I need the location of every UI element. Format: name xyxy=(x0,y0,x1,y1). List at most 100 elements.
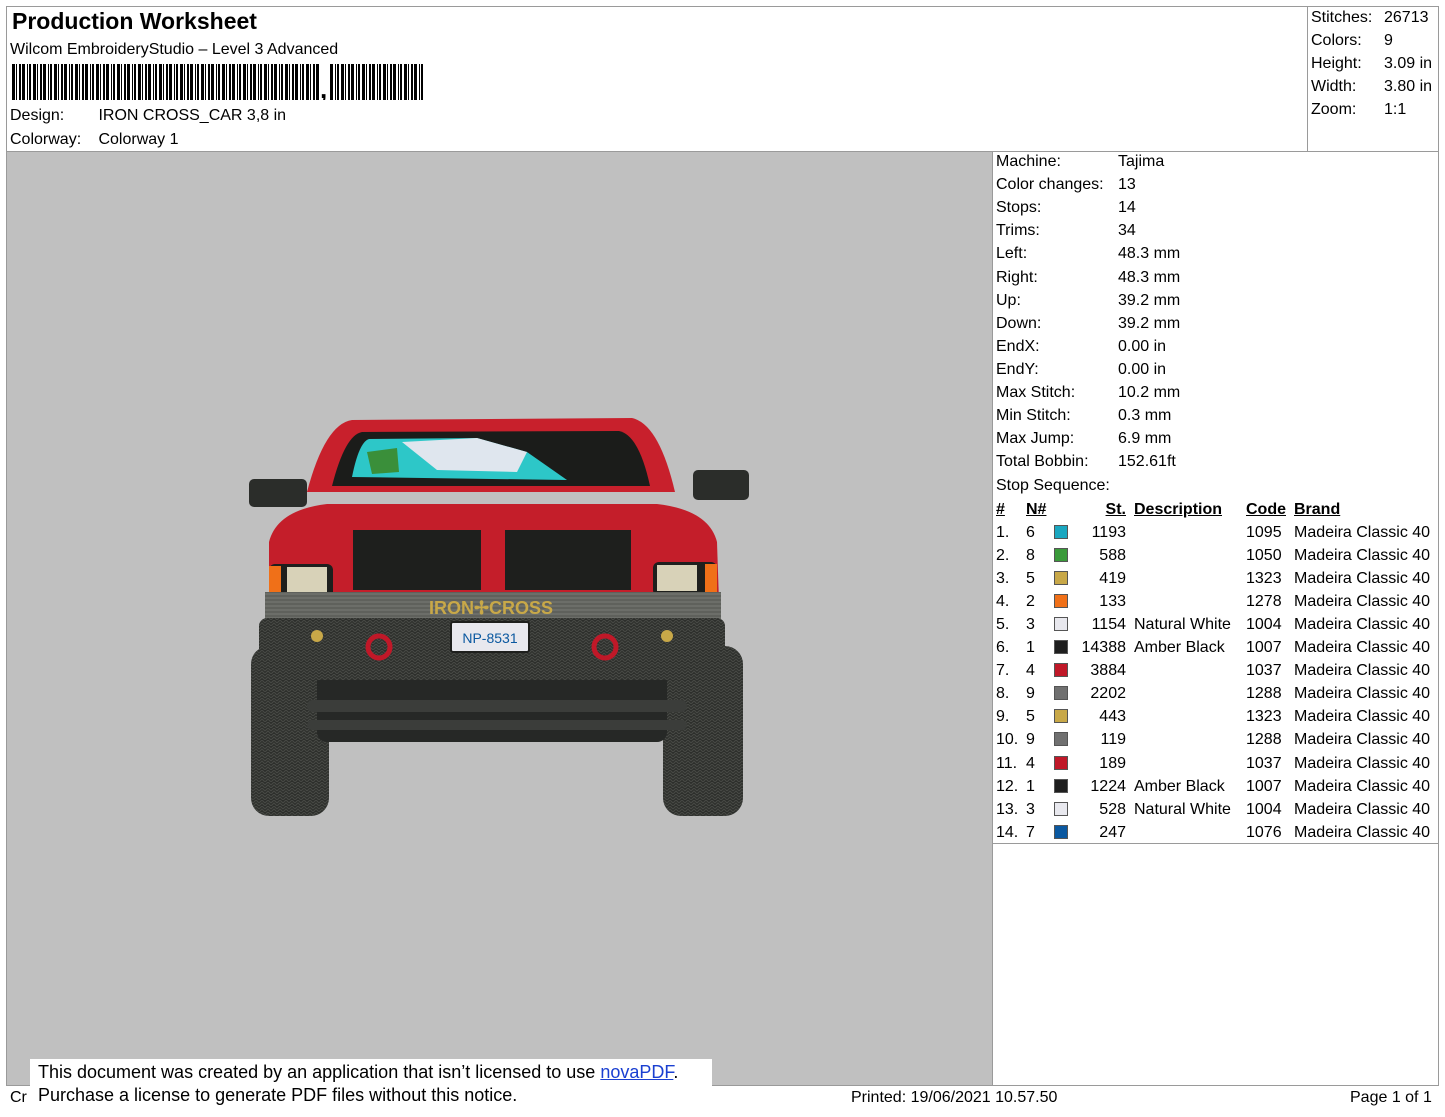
barcode-bar xyxy=(111,64,112,100)
row-code: 1076 xyxy=(1246,823,1282,841)
barcode-bar xyxy=(106,64,109,100)
barcode-bar xyxy=(335,64,336,100)
novapdf-link[interactable]: novaPDF xyxy=(600,1062,673,1082)
barcode-bar xyxy=(132,64,133,100)
row-description xyxy=(1134,544,1246,567)
row-needle: 1 xyxy=(1026,639,1035,657)
barcode-bar xyxy=(27,64,28,100)
barcode-bar xyxy=(393,64,396,100)
col-header-description: Description xyxy=(1134,500,1223,518)
row-description xyxy=(1134,521,1246,544)
param-value: 39.2 mm xyxy=(1118,291,1181,309)
row-color xyxy=(1054,567,1074,590)
barcode-bar xyxy=(345,64,346,100)
barcode-bar xyxy=(166,64,168,100)
stat-label: Width: xyxy=(1311,78,1357,95)
param-label: EndY: xyxy=(996,360,1039,378)
barcode-bar xyxy=(195,64,196,100)
barcode-bar xyxy=(187,64,189,100)
barcode-bar xyxy=(404,64,407,100)
row-description xyxy=(1134,660,1246,683)
barcode-bar xyxy=(302,64,304,100)
row-num: 5. xyxy=(996,616,1010,634)
barcode-bar xyxy=(306,64,309,100)
barcode-bar xyxy=(40,64,42,100)
table-row: 5. 3 1154 Natural White 1004 Madeira Classic … xyxy=(993,613,1439,636)
table-row: 3. 5 419 1323 Madeira Classic 40 xyxy=(993,567,1439,590)
param-value: 0.00 in xyxy=(1118,337,1167,355)
barcode-bar xyxy=(82,64,84,100)
barcode-bar xyxy=(100,64,101,100)
row-brand: Madeira Classic 40 xyxy=(1294,546,1431,564)
barcode-bar xyxy=(29,64,31,100)
barcode-bar xyxy=(64,64,67,100)
page-title: Production Worksheet xyxy=(12,8,257,34)
barcode-bar xyxy=(289,64,290,100)
barcode-bar xyxy=(281,64,283,100)
param-label: Stops: xyxy=(996,199,1042,217)
notice-text: This document was created by an applicat… xyxy=(38,1062,601,1082)
barcode-bar xyxy=(174,64,175,100)
row-brand: Madeira Classic 40 xyxy=(1294,731,1431,749)
param-value: 48.3 mm xyxy=(1118,268,1181,286)
row-num: 13. xyxy=(996,800,1019,818)
row-code: 1007 xyxy=(1246,639,1282,657)
table-header-row: # N# St. Description Code Brand xyxy=(993,498,1439,521)
table-divider xyxy=(993,843,1439,844)
stat-value: 1:1 xyxy=(1384,101,1407,118)
row-needle: 3 xyxy=(1026,800,1035,818)
barcode-bar xyxy=(124,64,126,100)
barcode-bar xyxy=(419,64,420,100)
row-description: Natural White xyxy=(1134,616,1231,634)
row-stitches: 133 xyxy=(1099,592,1126,610)
barcode-bar xyxy=(16,64,17,100)
row-color xyxy=(1054,729,1074,752)
barcode-bar xyxy=(117,64,120,100)
stop-sequence-label: Stop Sequence: xyxy=(996,477,1110,494)
barcode-bar xyxy=(169,64,172,100)
row-description: Amber Black xyxy=(1134,639,1225,657)
param-label: EndX: xyxy=(996,337,1040,355)
barcode-bar xyxy=(243,64,246,100)
param-value: 0.3 mm xyxy=(1118,407,1172,425)
barcode-bar xyxy=(258,64,259,100)
barcode-bar xyxy=(408,64,409,100)
row-stitches: 1154 xyxy=(1091,616,1126,634)
row-stitches: 1224 xyxy=(1090,777,1126,795)
barcode-bar xyxy=(96,64,99,100)
license-notice: This document was created by an applicat… xyxy=(30,1059,712,1111)
row-code: 1278 xyxy=(1246,592,1282,610)
row-needle: 9 xyxy=(1026,685,1035,703)
row-description xyxy=(1134,706,1246,729)
row-brand: Madeira Classic 40 xyxy=(1294,777,1431,795)
row-code: 1007 xyxy=(1246,777,1282,795)
row-brand: Madeira Classic 40 xyxy=(1294,662,1431,680)
param-label: Max Jump: xyxy=(996,430,1075,448)
barcode-bar xyxy=(43,64,46,100)
param-label: Down: xyxy=(996,314,1042,332)
barcode-bar xyxy=(232,64,235,100)
barcode-bar xyxy=(19,64,21,100)
barcode-bar xyxy=(184,64,185,100)
row-stitches: 528 xyxy=(1099,800,1126,818)
colorway-value: Colorway 1 xyxy=(98,131,179,148)
barcode-bar xyxy=(369,64,371,100)
barcode-bar xyxy=(264,64,267,100)
row-stitches: 189 xyxy=(1099,754,1126,772)
row-description xyxy=(1134,590,1246,613)
notice-line-2: Purchase a license to generate PDF files… xyxy=(38,1085,518,1105)
param-label: Up: xyxy=(996,291,1021,309)
param-label: Machine: xyxy=(996,153,1061,170)
barcode-bar xyxy=(337,64,339,100)
col-header-needle: N# xyxy=(1026,500,1047,518)
barcode-bar xyxy=(387,64,388,100)
color-swatch xyxy=(1054,547,1068,562)
barcode-bar xyxy=(226,64,227,100)
table-row: 6. 1 14388 Amber Black 1007 Madeira Classic 4… xyxy=(993,637,1439,660)
license-plate-text: NP-8531 xyxy=(462,630,517,646)
stat-value: 3.80 in xyxy=(1384,78,1433,95)
row-needle: 4 xyxy=(1026,754,1035,772)
row-stitches: 443 xyxy=(1099,708,1126,726)
barcode-bar xyxy=(159,64,162,100)
barcode-bar xyxy=(341,64,344,100)
